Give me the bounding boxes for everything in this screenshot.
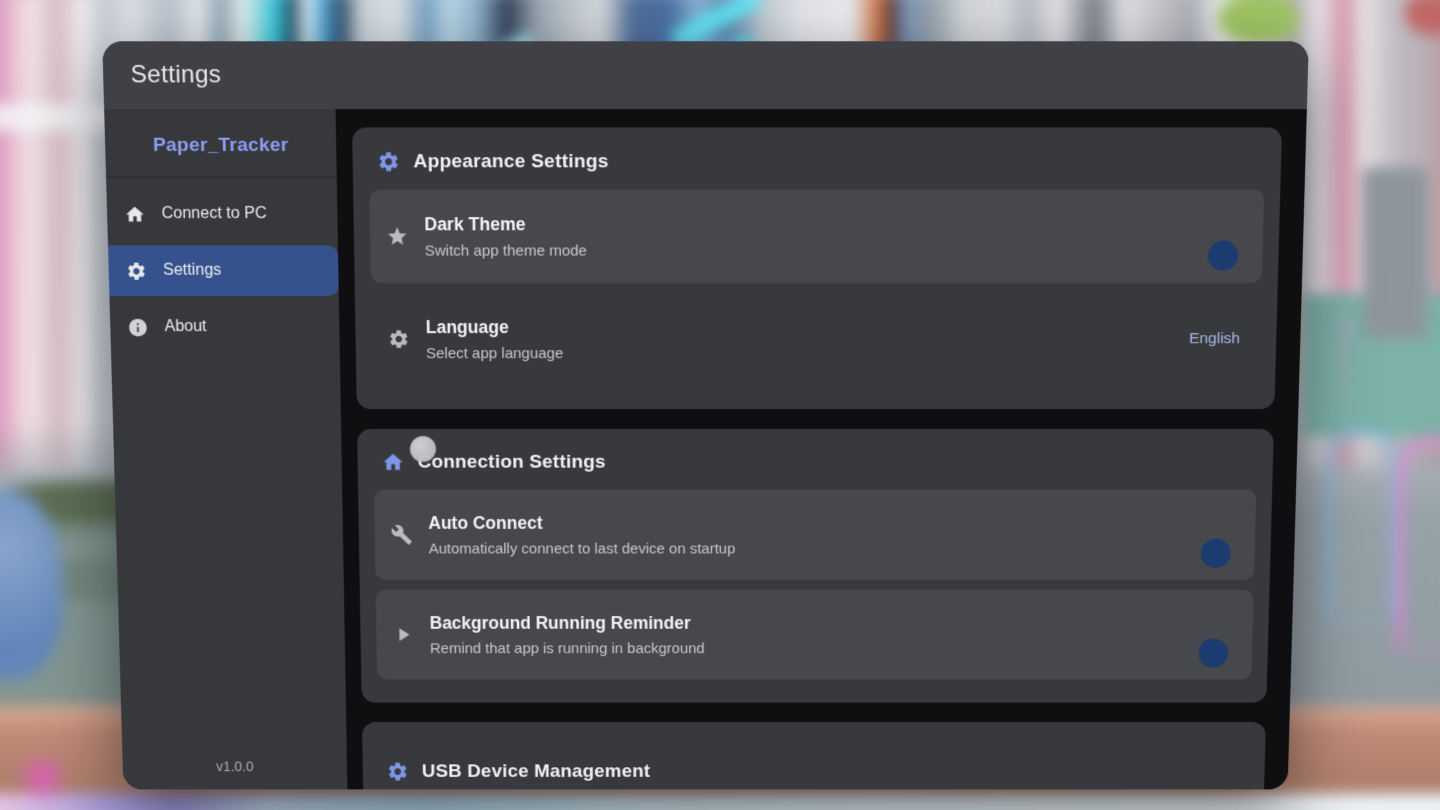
wrench-icon — [391, 524, 413, 546]
window-title: Settings — [130, 61, 221, 90]
bg-neon-line — [1342, 316, 1346, 434]
home-icon — [124, 203, 146, 224]
setting-text: Auto Connect Automatically connect to la… — [428, 513, 735, 557]
home-icon — [381, 451, 404, 474]
setting-subtitle: Select app language — [426, 345, 563, 362]
section-usb-device-management: USB Device Management — [362, 722, 1266, 789]
play-icon — [392, 624, 414, 645]
window-titlebar: Settings — [102, 41, 1309, 109]
setting-subtitle: Remind that app is running in background — [430, 640, 705, 657]
section-header: Appearance Settings — [369, 142, 1266, 190]
sidebar-item-label: About — [164, 318, 206, 336]
bg-floor — [0, 794, 1440, 810]
section-header: USB Device Management — [378, 753, 1249, 790]
setting-row-language[interactable]: Language Select app language English — [371, 293, 1261, 385]
sidebar-item-settings[interactable]: Settings — [108, 245, 339, 295]
toggle-knob — [1201, 538, 1232, 567]
section-title: Connection Settings — [417, 451, 605, 473]
window-body: Paper_Tracker Connect to PC Settings — [104, 109, 1307, 789]
language-value[interactable]: English — [1189, 330, 1240, 347]
sidebar-item-label: Settings — [163, 262, 222, 280]
section-connection-settings: Connection Settings Auto Connect Automat… — [357, 429, 1274, 703]
app-name: Paper_Tracker — [104, 109, 337, 176]
sidebar-item-label: Connect to PC — [161, 205, 267, 223]
setting-control: English — [1189, 330, 1240, 348]
bg-neon-arch-blue — [1328, 428, 1395, 620]
setting-title: Dark Theme — [424, 214, 587, 235]
gear-icon — [386, 761, 409, 783]
vr-screen: Settings Paper_Tracker Connect to PC Se — [0, 0, 1440, 810]
setting-text: Background Running Reminder Remind that … — [430, 613, 705, 657]
sidebar: Paper_Tracker Connect to PC Settings — [104, 109, 347, 789]
app-version: v1.0.0 — [123, 759, 348, 774]
gear-icon — [126, 260, 148, 281]
bg-gray-building — [1363, 167, 1428, 338]
setting-title: Language — [426, 317, 564, 338]
section-title: Appearance Settings — [413, 150, 608, 172]
setting-subtitle: Switch app theme mode — [425, 242, 587, 259]
setting-subtitle: Automatically connect to last device on … — [429, 540, 736, 557]
setting-text: Language Select app language — [426, 317, 564, 362]
star-icon — [386, 225, 409, 247]
settings-window: Settings Paper_Tracker Connect to PC Se — [102, 41, 1309, 789]
setting-row-auto-connect[interactable]: Auto Connect Automatically connect to la… — [374, 489, 1256, 580]
bg-neon-arch-pink — [1399, 439, 1440, 648]
sidebar-item-about[interactable]: About — [110, 302, 340, 352]
setting-title: Auto Connect — [428, 513, 735, 534]
setting-title: Background Running Reminder — [430, 613, 705, 633]
setting-row-background-reminder[interactable]: Background Running Reminder Remind that … — [376, 590, 1254, 680]
section-header: Connection Settings — [373, 443, 1257, 490]
setting-text: Dark Theme Switch app theme mode — [424, 214, 587, 260]
section-appearance-settings: Appearance Settings Dark Theme Switch ap… — [352, 128, 1282, 410]
gear-icon — [377, 150, 401, 173]
vr-cursor-dot — [410, 436, 436, 462]
setting-row-dark-theme[interactable]: Dark Theme Switch app theme mode — [369, 190, 1264, 283]
sidebar-divider — [106, 176, 337, 177]
section-title: USB Device Management — [422, 761, 651, 782]
bg-magenta-glow — [14, 755, 71, 800]
settings-content: Appearance Settings Dark Theme Switch ap… — [336, 109, 1307, 789]
toggle-knob — [1208, 240, 1239, 270]
sidebar-item-connect-to-pc[interactable]: Connect to PC — [106, 189, 337, 240]
info-icon — [127, 317, 149, 338]
toggle-knob — [1198, 638, 1228, 667]
gear-icon — [388, 328, 410, 350]
